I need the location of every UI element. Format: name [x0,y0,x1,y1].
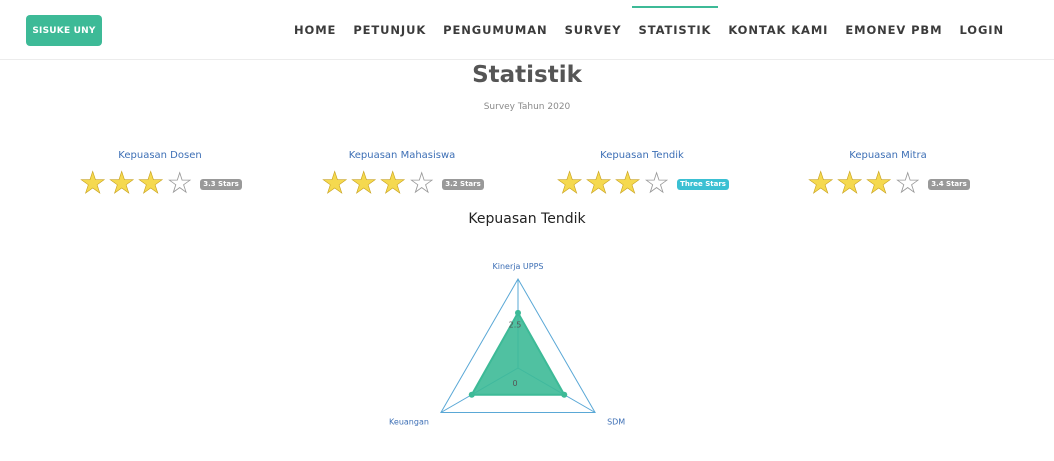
radar-data-point [561,391,568,398]
radar-category-label: Keuangan [389,418,429,427]
radar-category-label: Kinerja UPPS [493,262,544,271]
radar-data-point [468,391,475,398]
radar-category-label: SDM [607,418,625,427]
radar-tick-label: 0 [512,379,517,388]
radar-data-point [515,309,521,316]
radar-tick-label: 2.5 [509,321,522,330]
radar-chart: 0 2.5 Kinerja UPPS SDM Keuangan [389,262,625,427]
